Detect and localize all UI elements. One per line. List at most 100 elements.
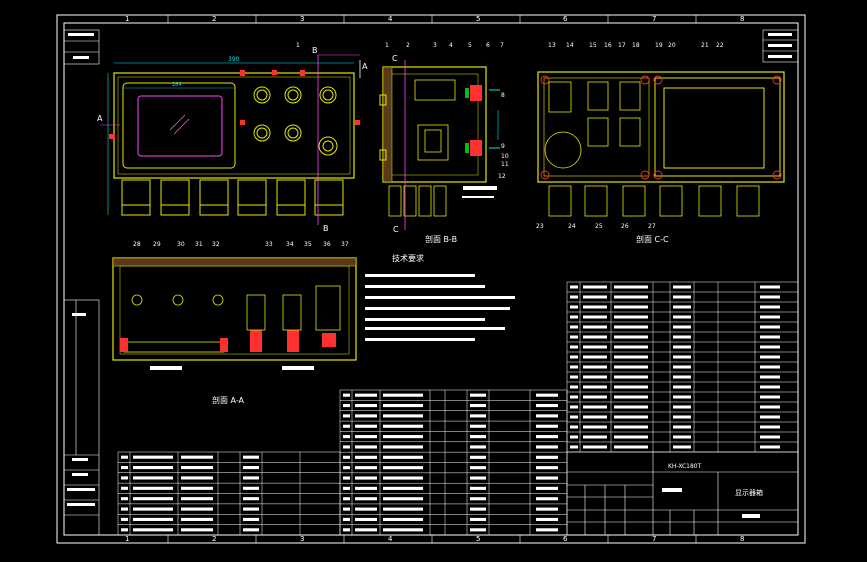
table-cell-glyph xyxy=(121,517,128,521)
svg-text:7: 7 xyxy=(500,42,504,49)
table-cell-glyph xyxy=(181,528,213,532)
table-cell-glyph xyxy=(181,517,213,521)
table-cell-glyph xyxy=(570,325,578,329)
svg-text:17: 17 xyxy=(618,42,626,49)
zone-numbers-bottom: 1 2 3 4 5 6 7 8 xyxy=(125,535,744,543)
table-cell-glyph xyxy=(536,414,558,418)
svg-text:3: 3 xyxy=(433,42,437,49)
section-cc-title: 剖面 C-C xyxy=(636,234,669,244)
table-cell-glyph xyxy=(570,415,578,419)
zone-top-3: 3 xyxy=(300,15,304,23)
dim-390: 390 xyxy=(228,56,240,63)
section-aa-title: 剖面 A-A xyxy=(212,395,245,405)
table-cell-glyph xyxy=(673,375,691,379)
svg-text:28: 28 xyxy=(133,241,141,248)
table-cell-glyph xyxy=(583,425,607,429)
table-cell-glyph xyxy=(121,476,128,480)
section-aa-view: 28 29 30 31 32 33 34 35 36 37 剖面 A-A xyxy=(112,241,357,405)
table-cell-glyph xyxy=(673,445,691,449)
table-cell-glyph xyxy=(583,365,607,369)
svg-text:37: 37 xyxy=(341,241,349,248)
svg-text:25: 25 xyxy=(595,223,603,230)
engineering-drawing: 1 2 3 4 5 6 7 8 1 2 3 4 5 6 7 8 390 284 … xyxy=(56,14,806,544)
table-cell-glyph xyxy=(673,285,691,289)
right-stamp-text xyxy=(768,33,792,36)
table-cell-glyph xyxy=(673,365,691,369)
table-cell-glyph xyxy=(383,486,423,490)
table-cell-glyph xyxy=(760,375,780,379)
svg-text:8: 8 xyxy=(501,92,505,99)
table-cell-glyph xyxy=(470,486,486,490)
svg-text:36: 36 xyxy=(323,241,331,248)
table-cell-glyph xyxy=(355,486,377,490)
table-cell-glyph xyxy=(383,424,423,428)
table-cell-glyph xyxy=(570,335,578,339)
table-cell-glyph xyxy=(133,528,173,532)
table-cell-glyph xyxy=(760,325,780,329)
zone-top-6: 6 xyxy=(563,15,568,23)
table-cell-glyph xyxy=(470,507,486,511)
table-cell-glyph xyxy=(383,507,423,511)
zone-top-4: 4 xyxy=(388,15,393,23)
table-cell-glyph xyxy=(570,445,578,449)
table-cell-glyph xyxy=(133,476,173,480)
table-cell-glyph xyxy=(343,486,350,490)
table-cell-glyph xyxy=(470,466,486,470)
svg-text:27: 27 xyxy=(648,223,656,230)
table-cell-glyph xyxy=(760,335,780,339)
svg-text:30: 30 xyxy=(177,241,185,248)
front-view: 390 284 A A B B 1 xyxy=(97,42,368,233)
front-cable-glands xyxy=(121,179,344,216)
table-cell-glyph xyxy=(673,435,691,439)
table-cell-glyph xyxy=(343,393,350,397)
table-cell-glyph xyxy=(355,424,377,428)
zone-bottom-3: 3 xyxy=(300,535,304,543)
table-cell-glyph xyxy=(583,355,607,359)
table-cell-glyph xyxy=(470,455,486,459)
drawing-number: KH-XC180T xyxy=(668,463,702,470)
display-screen xyxy=(137,95,223,157)
section-cc-view: 13 14 15 16 17 18 19 20 21 22 23 24 25 2… xyxy=(536,42,785,244)
svg-text:4: 4 xyxy=(449,42,453,49)
table-cell-glyph xyxy=(570,315,578,319)
zone-bottom-8: 8 xyxy=(740,535,744,543)
table-cell-glyph xyxy=(133,486,173,490)
table-cell-glyph xyxy=(570,395,578,399)
table-cell-glyph xyxy=(760,305,780,309)
table-cell-glyph xyxy=(383,414,423,418)
table-cell-glyph xyxy=(181,455,213,459)
svg-text:13: 13 xyxy=(548,42,556,49)
table-cell-glyph xyxy=(343,424,350,428)
table-cell-glyph xyxy=(243,497,259,501)
svg-text:23: 23 xyxy=(536,223,544,230)
table-cell-glyph xyxy=(583,305,607,309)
table-cell-glyph xyxy=(760,425,780,429)
callout-1-front: 1 xyxy=(296,42,300,49)
table-text-glyphs xyxy=(121,285,780,532)
table-cell-glyph xyxy=(614,325,648,329)
table-cell-glyph xyxy=(383,455,423,459)
table-cell-glyph xyxy=(243,476,259,480)
table-cell-glyph xyxy=(673,395,691,399)
svg-text:10: 10 xyxy=(501,153,509,160)
table-cell-glyph xyxy=(536,497,558,501)
svg-text:2: 2 xyxy=(406,42,410,49)
table-cell-glyph xyxy=(383,476,423,480)
svg-text:34: 34 xyxy=(286,241,294,248)
svg-text:14: 14 xyxy=(566,42,574,49)
table-cell-glyph xyxy=(570,405,578,409)
table-cell-glyph xyxy=(536,393,558,397)
table-cell-glyph xyxy=(470,435,486,439)
table-cell-glyph xyxy=(583,375,607,379)
table-cell-glyph xyxy=(760,285,780,289)
zone-top-8: 8 xyxy=(740,15,744,23)
table-cell-glyph xyxy=(343,466,350,470)
zone-bottom-2: 2 xyxy=(212,535,216,543)
table-cell-glyph xyxy=(470,414,486,418)
table-cell-glyph xyxy=(614,295,648,299)
table-cell-glyph xyxy=(383,435,423,439)
section-marker-c-bottom: C xyxy=(393,225,399,234)
table-cell-glyph xyxy=(181,486,213,490)
table-cell-glyph xyxy=(536,424,558,428)
table-cell-glyph xyxy=(760,365,780,369)
